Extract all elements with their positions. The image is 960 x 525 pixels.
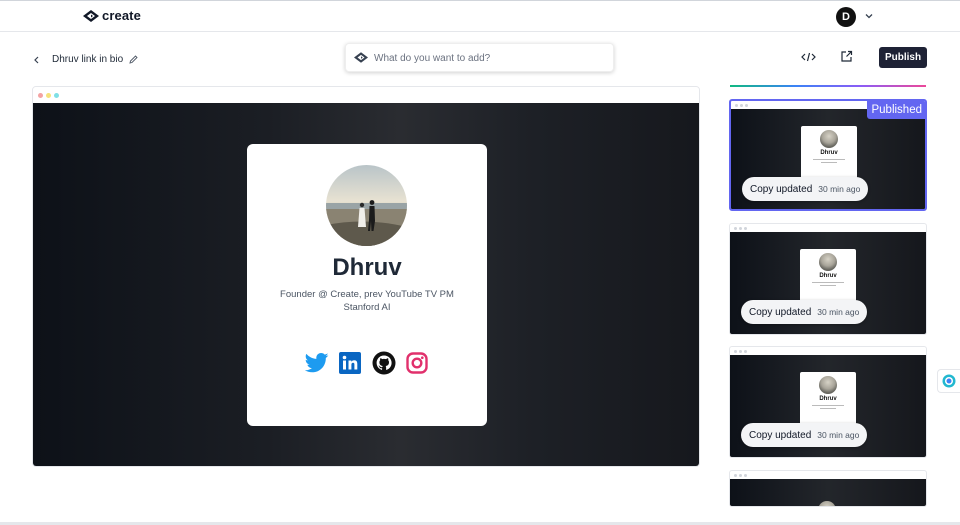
- version-time: 30 min ago: [818, 184, 861, 194]
- window-dot-teal: [54, 92, 59, 98]
- thumb-name: Dhruv: [819, 273, 837, 279]
- back-chevron-icon[interactable]: [33, 54, 41, 66]
- twitter-icon[interactable]: [305, 351, 329, 375]
- window-dot-red: [38, 92, 43, 98]
- profile-card: Dhruv Founder @ Create, prev YouTube TV …: [247, 144, 487, 426]
- version-card-2[interactable]: Dhruv Copy updated 30 min ago: [729, 223, 927, 335]
- version-status-badge: Copy updated 30 min ago: [741, 423, 867, 447]
- version-time: 30 min ago: [817, 430, 860, 440]
- publish-button[interactable]: Publish: [879, 47, 927, 68]
- thumb-line: [812, 282, 844, 283]
- thumb-bar: [730, 224, 926, 232]
- instagram-icon[interactable]: [405, 351, 429, 375]
- versions-accent-bar: [730, 85, 926, 87]
- logo-text: create: [102, 8, 141, 23]
- thumb-line: [813, 159, 845, 160]
- bio-line-2: Stanford AI: [343, 302, 391, 313]
- version-status: Copy updated: [749, 306, 812, 318]
- preview-browser-frame: Dhruv Founder @ Create, prev YouTube TV …: [32, 86, 700, 467]
- create-logo-icon: [354, 52, 368, 63]
- thumb-line: [820, 285, 836, 286]
- thumb-bar: [730, 347, 926, 355]
- thumb-photo: [820, 130, 838, 148]
- bio-line-1: Founder @ Create, prev YouTube TV PM: [280, 289, 454, 300]
- thumb-name: Dhruv: [820, 150, 838, 156]
- social-links: [305, 351, 429, 375]
- thumb-canvas: Dhruv Copy updated 30 min ago: [731, 109, 925, 209]
- thumb-line: [812, 405, 844, 406]
- profile-name: Dhruv: [332, 254, 402, 281]
- user-avatar[interactable]: D: [836, 7, 856, 27]
- browser-bar: [33, 87, 699, 103]
- preview-canvas: Dhruv Founder @ Create, prev YouTube TV …: [33, 103, 699, 466]
- thumb-canvas: [730, 479, 926, 506]
- thumb-photo: [819, 376, 837, 394]
- code-icon[interactable]: [801, 51, 816, 63]
- profile-bio: Founder @ Create, prev YouTube TV PM Sta…: [267, 288, 467, 314]
- version-card-1[interactable]: Dhruv Copy updated 30 min ago Published: [729, 99, 927, 211]
- version-status: Copy updated: [749, 429, 812, 441]
- profile-photo: [326, 165, 407, 246]
- thumb-canvas: Dhruv Copy updated 30 min ago: [730, 232, 926, 334]
- create-logo-icon: [83, 9, 99, 22]
- version-time: 30 min ago: [817, 307, 860, 317]
- linkedin-icon[interactable]: [338, 351, 362, 375]
- prompt-input[interactable]: [374, 50, 604, 66]
- top-bar: create D: [0, 0, 960, 32]
- thumb-photo: [818, 501, 836, 506]
- pencil-icon[interactable]: [128, 54, 139, 65]
- prompt-bar[interactable]: [345, 43, 614, 72]
- version-status-badge: Copy updated 30 min ago: [742, 177, 868, 201]
- window-dot-yellow: [46, 92, 51, 98]
- version-card-4[interactable]: [729, 470, 927, 507]
- thumb-name: Dhruv: [819, 396, 837, 402]
- version-status: Copy updated: [750, 183, 813, 195]
- published-badge: Published: [867, 101, 925, 119]
- assistant-icon: [942, 374, 956, 388]
- thumb-photo: [819, 253, 837, 271]
- thumb-canvas: Dhruv Copy updated 30 min ago: [730, 355, 926, 457]
- version-status-badge: Copy updated 30 min ago: [741, 300, 867, 324]
- assistant-float-button[interactable]: [937, 369, 960, 393]
- version-card-3[interactable]: Dhruv Copy updated 30 min ago: [729, 346, 927, 458]
- document-title[interactable]: Dhruv link in bio: [52, 54, 123, 65]
- external-link-icon[interactable]: [840, 50, 853, 63]
- thumb-line: [820, 408, 836, 409]
- thumb-bar: [730, 471, 926, 479]
- create-logo[interactable]: create: [83, 8, 141, 23]
- github-icon[interactable]: [372, 351, 396, 375]
- chevron-down-icon[interactable]: [863, 10, 875, 22]
- thumb-line: [821, 162, 837, 163]
